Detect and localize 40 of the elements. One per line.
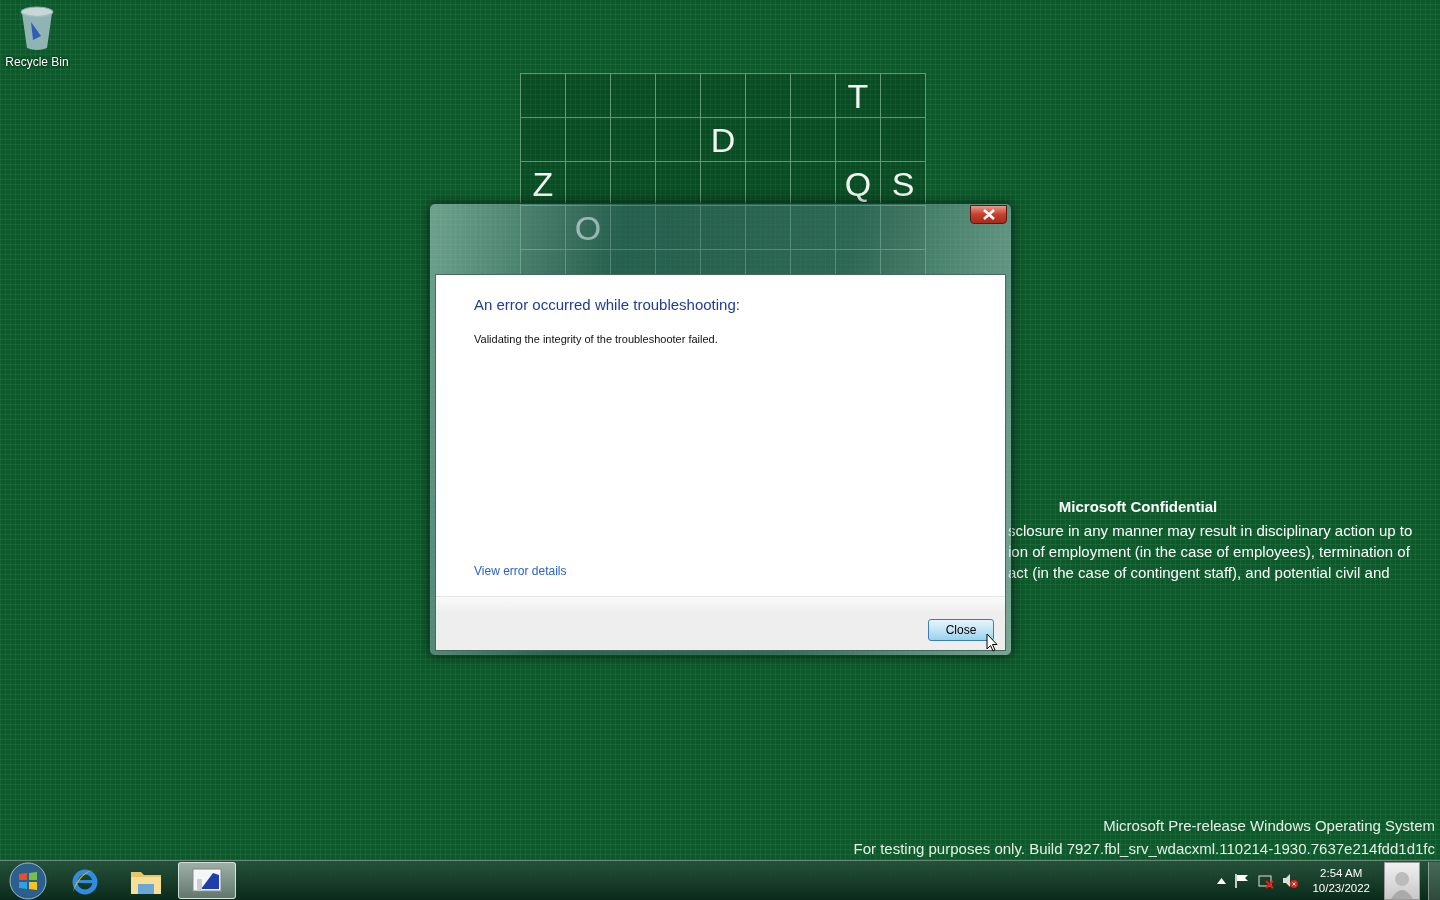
grid-cell	[611, 118, 656, 162]
notice-text: sclosure in any manner may result in disciplinary action up to	[1008, 521, 1413, 541]
grid-cell	[746, 162, 791, 206]
grid-letter: D	[710, 122, 736, 157]
grid-cell	[521, 74, 566, 118]
show-desktop-button[interactable]	[1428, 861, 1440, 900]
close-icon[interactable]	[970, 205, 1007, 224]
clock-time[interactable]: 2:54 AM	[1320, 865, 1363, 881]
clock-date[interactable]: 10/23/2022	[1312, 880, 1370, 896]
grid-cell	[746, 74, 791, 118]
build-info-text: For testing purposes only. Build 7927.fbl_srv_wdacxml.110214-1930.7637e214fdd1d1fc	[853, 839, 1435, 859]
grid-letter: S	[891, 166, 915, 201]
muted-speaker-icon[interactable]	[1282, 872, 1299, 889]
grid-cell	[791, 118, 836, 162]
grid-cell	[566, 74, 611, 118]
grid-cell	[611, 162, 656, 206]
grid-letter: Q	[844, 166, 872, 201]
grid-cell	[611, 74, 656, 118]
computer-icon	[191, 866, 223, 895]
build-info-text: Microsoft Pre-release Windows Operating System	[1103, 816, 1435, 836]
icon-label: Recycle Bin	[5, 55, 69, 69]
grid-cell	[566, 118, 611, 162]
close-button[interactable]: Close	[928, 619, 994, 641]
error-message: Validating the integrity of the troubleshooter failed.	[474, 333, 719, 345]
show-hidden-icons-icon[interactable]	[1217, 877, 1227, 884]
notice-title: Microsoft Confidential	[1057, 498, 1219, 515]
grid-letter: T	[847, 78, 869, 113]
view-details-link[interactable]: View error details	[474, 564, 567, 578]
notice-text: ion of employment (in the case of employees), termination of	[1008, 542, 1411, 562]
grid-letter: O	[574, 210, 602, 245]
network-icon[interactable]	[1258, 872, 1275, 889]
grid-cell	[656, 162, 701, 206]
grid-letter: Z	[532, 166, 554, 201]
user-icon[interactable]	[1384, 861, 1420, 900]
recycle-bin-icon[interactable]	[19, 6, 55, 52]
grid-cell	[656, 74, 701, 118]
flag-icon[interactable]	[1234, 872, 1251, 889]
start-orb-icon[interactable]	[9, 861, 47, 900]
taskbar-button[interactable]	[178, 862, 236, 899]
error-heading: An error occurred while troubleshooting:	[474, 296, 741, 313]
